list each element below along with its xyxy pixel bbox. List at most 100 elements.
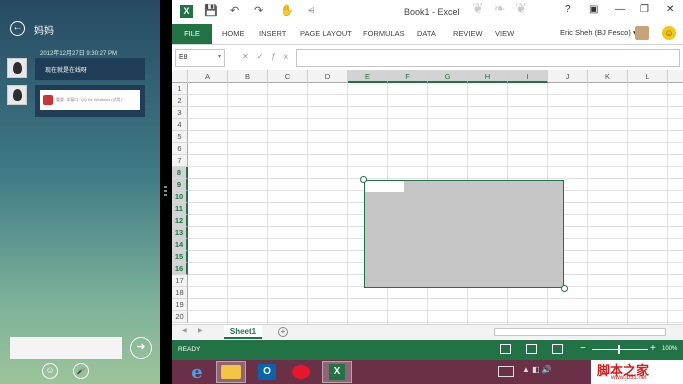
feedback-smiley-icon[interactable]: ☺	[662, 26, 676, 40]
watermark-url: www.jb51.net	[611, 375, 647, 381]
system-tray-icons[interactable]: ▲ ◧ 🔊	[522, 365, 552, 374]
column-header-i[interactable]: I	[508, 70, 548, 83]
row-header-4[interactable]: 4	[172, 119, 188, 131]
tab-home[interactable]: HOME	[222, 24, 245, 44]
row-header-19[interactable]: 19	[172, 299, 188, 311]
column-header-h[interactable]: H	[468, 70, 508, 83]
title-decoration: ❦ ❧ ❦	[472, 0, 530, 16]
tab-view[interactable]: VIEW	[495, 24, 514, 44]
emoji-icon[interactable]: ☺	[42, 363, 58, 379]
save-icon[interactable]: 💾	[204, 4, 218, 17]
cell-area[interactable]	[188, 83, 683, 324]
row-header-20[interactable]: 20	[172, 311, 188, 323]
tab-page-layout[interactable]: PAGE LAYOUT	[300, 24, 352, 44]
restore-icon[interactable]: ❐	[640, 4, 649, 15]
page-break-view-icon[interactable]	[552, 344, 563, 354]
undo-icon[interactable]: ↶	[230, 4, 239, 17]
taskbar-ie[interactable]: e	[182, 361, 212, 383]
tab-formulas[interactable]: FORMULAS	[363, 24, 405, 44]
redo-icon[interactable]: ↷	[254, 4, 263, 17]
zoom-in-icon[interactable]: +	[650, 343, 656, 354]
row-header-10[interactable]: 10	[172, 191, 188, 203]
ribbon-display-icon[interactable]: ▣	[589, 4, 598, 15]
row-header-8[interactable]: 8	[172, 167, 188, 179]
taskbar-weibo[interactable]	[286, 361, 316, 383]
zoom-slider[interactable]	[592, 349, 648, 350]
tab-file[interactable]: FILE	[172, 24, 212, 44]
zoom-slider-thumb[interactable]	[618, 345, 620, 354]
taskbar-outlook[interactable]: O	[252, 361, 282, 383]
row-header-12[interactable]: 12	[172, 215, 188, 227]
row-header-17[interactable]: 17	[172, 275, 188, 287]
message-bubble: 现在就是在线呀	[35, 58, 145, 80]
splitter-grip-icon[interactable]	[164, 186, 167, 198]
sheet-tab-sheet1[interactable]: Sheet1	[224, 325, 262, 339]
close-icon[interactable]: ✕	[666, 4, 674, 15]
column-header-c[interactable]: C	[268, 70, 308, 83]
spreadsheet-grid[interactable]: ABCDEFGHIJKL 1 2 3 4 5 6 7 8 9 10 11 12 13 14 15 16 17 18…	[172, 70, 683, 324]
account-avatar[interactable]	[635, 26, 649, 40]
tab-review[interactable]: REVIEW	[453, 24, 483, 44]
outlook-icon: O	[258, 364, 276, 380]
column-header-f[interactable]: F	[388, 70, 428, 83]
excel-app-icon[interactable]: X	[180, 5, 193, 18]
snap-splitter[interactable]	[160, 0, 172, 384]
cell-selection[interactable]	[360, 176, 568, 292]
row-header-15[interactable]: 15	[172, 251, 188, 263]
column-header-d[interactable]: D	[308, 70, 348, 83]
row-header-1[interactable]: 1	[172, 83, 188, 95]
row-header-16[interactable]: 16	[172, 263, 188, 275]
selection-handle-top-left[interactable]	[360, 176, 367, 183]
row-header-18[interactable]: 18	[172, 287, 188, 299]
message-text: 现在就是在线呀	[45, 68, 88, 74]
page-layout-view-icon[interactable]	[526, 344, 537, 354]
row-header-14[interactable]: 14	[172, 239, 188, 251]
taskbar-excel[interactable]: X	[322, 361, 352, 383]
customize-qat-icon[interactable]: ⩤	[308, 6, 314, 16]
message-input[interactable]	[10, 337, 122, 359]
avatar[interactable]	[7, 58, 27, 78]
formula-input[interactable]	[296, 49, 680, 67]
row-header-3[interactable]: 3	[172, 107, 188, 119]
help-icon[interactable]: ?	[565, 4, 571, 15]
minimize-icon[interactable]: —	[615, 4, 625, 15]
tab-data[interactable]: DATA	[417, 24, 436, 44]
zoom-level[interactable]: 100%	[662, 346, 677, 352]
tab-insert[interactable]: INSERT	[259, 24, 286, 44]
sheet-next-icon[interactable]: ▶	[198, 327, 203, 334]
row-header-2[interactable]: 2	[172, 95, 188, 107]
normal-view-icon[interactable]	[500, 344, 511, 354]
column-header-k[interactable]: K	[588, 70, 628, 83]
name-box[interactable]: E8	[175, 49, 225, 67]
send-icon[interactable]: ➜	[130, 337, 152, 359]
formula-icons[interactable]: ✕✓ƒx	[242, 52, 296, 61]
message-bubble: 重要: 本窗口 "QQ for Windows (试用)"	[35, 85, 145, 117]
column-header-g[interactable]: G	[428, 70, 468, 83]
touch-keyboard-icon[interactable]	[498, 366, 514, 377]
column-header-l[interactable]: L	[628, 70, 668, 83]
add-sheet-icon[interactable]: +	[278, 327, 288, 337]
row-header-7[interactable]: 7	[172, 155, 188, 167]
row-header-13[interactable]: 13	[172, 227, 188, 239]
active-cell[interactable]	[365, 181, 404, 192]
row-header-9[interactable]: 9	[172, 179, 188, 191]
row-header-5[interactable]: 5	[172, 131, 188, 143]
row-header-11[interactable]: 11	[172, 203, 188, 215]
horizontal-scrollbar[interactable]	[494, 328, 666, 336]
selection-handle-bottom-right[interactable]	[561, 285, 568, 292]
sheet-prev-icon[interactable]: ◀	[182, 327, 187, 334]
shared-card[interactable]: 重要: 本窗口 "QQ for Windows (试用)"	[40, 90, 140, 110]
column-header-b[interactable]: B	[228, 70, 268, 83]
column-header-j[interactable]: J	[548, 70, 588, 83]
microphone-icon[interactable]: 🎤	[73, 363, 89, 379]
zoom-out-icon[interactable]: −	[580, 343, 586, 354]
column-header-e[interactable]: E	[348, 70, 388, 83]
column-header-a[interactable]: A	[188, 70, 228, 83]
back-icon[interactable]: ←	[10, 21, 25, 36]
select-all-corner[interactable]	[172, 70, 188, 83]
account-name[interactable]: Eric Sheh (BJ Fesco) ▾	[560, 28, 637, 37]
touch-mode-icon[interactable]: ✋	[280, 4, 294, 17]
row-header-6[interactable]: 6	[172, 143, 188, 155]
taskbar-explorer[interactable]	[216, 361, 246, 383]
avatar[interactable]	[7, 85, 27, 105]
